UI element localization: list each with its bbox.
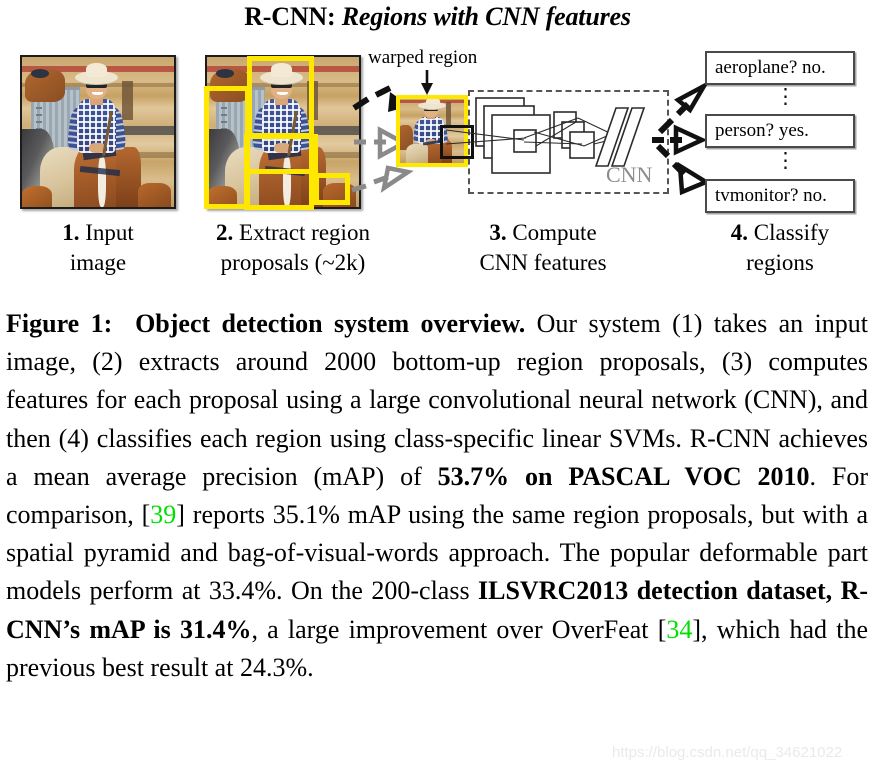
step-text-1b: image (69, 250, 127, 275)
step-caption-4: 4. Classify regions (690, 218, 870, 278)
step-text-3b: CNN features (479, 250, 607, 275)
cnn-to-classify-arrows (652, 80, 711, 196)
step-number-4: 4. (730, 220, 749, 245)
classify-result-text-2: tvmonitor? no. (715, 185, 827, 206)
caption-text-4: , a large improvement over OverFeat [ (251, 614, 667, 644)
step-text-1a: Input (79, 220, 134, 245)
region-proposal-box-full (244, 134, 314, 210)
classify-dots-0: ⋮ (775, 84, 796, 108)
figure-diagram: warped region CNN aeroplane? no. ⋮ perso… (0, 38, 875, 293)
step-number-2: 2. (216, 220, 234, 245)
step-number-1: 1. (62, 220, 80, 245)
input-image-photo (20, 55, 176, 209)
step-caption-2: 2. Extract region proposals (~2k) (178, 218, 408, 278)
cnn-label: CNN (606, 162, 653, 187)
step-text-3a: Compute (506, 220, 597, 245)
classify-result-box-0[interactable]: aeroplane? no. (705, 51, 855, 85)
region-proposal-box-person (247, 56, 314, 138)
figure-page: R-CNN: Regions with CNN features warped … (0, 0, 875, 782)
title-prefix: R-CNN: (244, 2, 336, 31)
caption-figure-label: Figure 1: (6, 309, 113, 338)
region-proposal-box-corner (314, 173, 350, 205)
caption-bold-1: 53.7% on PASCAL VOC 2010 (437, 461, 810, 491)
classify-result-box-2[interactable]: tvmonitor? no. (705, 179, 855, 213)
step-number-3: 3. (489, 220, 507, 245)
watermark-text: https://blog.csdn.net/qq_34621022 (612, 744, 843, 761)
step-caption-3: 3. Compute CNN features (443, 218, 643, 278)
classify-result-text-0: aeroplane? no. (715, 57, 826, 78)
title-italic: Regions with CNN features (335, 2, 631, 31)
caption-heading: Object detection system overview. (135, 309, 526, 338)
classify-dots-1: ⋮ (775, 148, 796, 172)
step-caption-1: 1. Input image (8, 218, 188, 278)
warped-region-label: warped region (368, 47, 478, 68)
step-text-4a: Classify (748, 220, 830, 245)
caption-citation-34[interactable]: 34 (666, 615, 692, 644)
step-text-2a: Extract region (233, 220, 370, 245)
page-title: R-CNN: Regions with CNN features (0, 2, 875, 32)
caption-citation-39[interactable]: 39 (150, 500, 176, 529)
classify-result-text-1: person? yes. (715, 120, 809, 141)
warped-region-pointer-arrow (421, 70, 433, 95)
step-text-4b: regions (746, 250, 814, 275)
classify-result-box-1[interactable]: person? yes. (705, 114, 855, 148)
figure-caption: Figure 1: Object detection system overvi… (6, 305, 868, 687)
step-text-2b: proposals (~2k) (220, 250, 366, 275)
